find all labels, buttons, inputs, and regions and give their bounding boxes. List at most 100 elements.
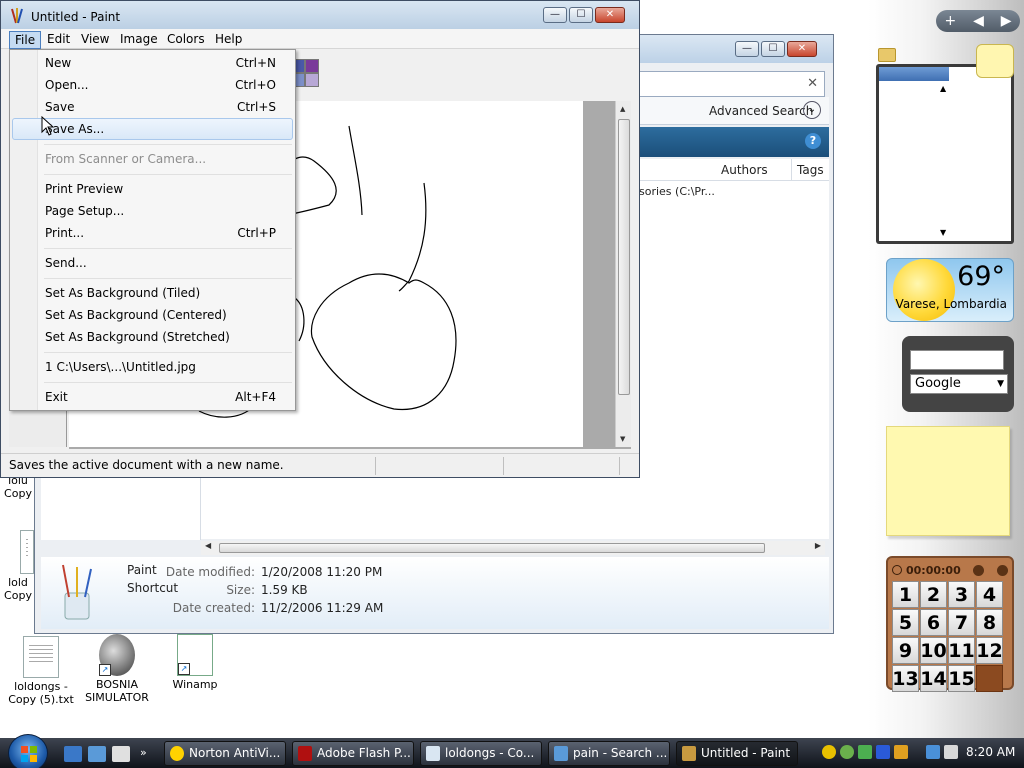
scroll-left-icon[interactable]: ◀ <box>205 541 211 550</box>
menu-image[interactable]: Image <box>115 31 163 47</box>
close-button[interactable]: ✕ <box>595 7 625 23</box>
scroll-down-icon[interactable]: ▼ <box>940 228 946 237</box>
menu-item-background-stretched[interactable]: Set As Background (Stretched) <box>12 326 293 348</box>
menu-item-open[interactable]: Open... Ctrl+O <box>12 74 293 96</box>
notes-icon[interactable] <box>976 44 1014 78</box>
puzzle-tile[interactable]: 11 <box>948 637 975 664</box>
slideshow-toolbar[interactable] <box>879 67 949 81</box>
taskbar-button-search[interactable]: pain - Search ... <box>548 741 670 766</box>
puzzle-tile[interactable]: 10 <box>920 637 947 664</box>
search-input[interactable] <box>910 350 1004 370</box>
menu-item-page-setup[interactable]: Page Setup... <box>12 200 293 222</box>
color-swatch[interactable] <box>305 73 319 87</box>
paint-titlebar[interactable]: Untitled - Paint — ☐ ✕ <box>1 1 639 31</box>
column-header-authors[interactable]: Authors <box>721 163 768 177</box>
volume-icon[interactable] <box>944 745 958 759</box>
menu-item-background-tiled[interactable]: Set As Background (Tiled) <box>12 282 293 304</box>
puzzle-tile[interactable]: 14 <box>920 665 947 692</box>
paint-app-icon[interactable] <box>9 7 25 25</box>
menu-help[interactable]: Help <box>210 31 247 47</box>
quick-launch-overflow-icon[interactable]: » <box>140 746 150 762</box>
puzzle-tile[interactable]: 2 <box>920 581 947 608</box>
menu-item-background-centered[interactable]: Set As Background (Centered) <box>12 304 293 326</box>
update-icon[interactable] <box>876 745 890 759</box>
search-engine-select[interactable]: Google ▼ <box>910 374 1008 394</box>
taskbar-button-notepad[interactable]: loldongs - Co... <box>420 741 542 766</box>
maximize-button[interactable]: ☐ <box>761 41 785 57</box>
next-icon[interactable]: ▶ <box>1001 10 1012 32</box>
scroll-up-icon[interactable]: ▲ <box>620 105 625 113</box>
color-swatch[interactable] <box>305 59 319 73</box>
menu-item-print-preview[interactable]: Print Preview <box>12 178 293 200</box>
menu-item-new[interactable]: New Ctrl+N <box>12 52 293 74</box>
desktop-icon-winamp[interactable]: ↗ Winamp <box>154 634 236 691</box>
calculator-icon[interactable] <box>112 746 130 762</box>
puzzle-tile[interactable]: 12 <box>976 637 1003 664</box>
column-header-tags[interactable]: Tags <box>797 163 824 177</box>
menu-item-label: Send... <box>45 256 87 270</box>
puzzle-help-button[interactable] <box>973 564 985 576</box>
menu-view[interactable]: View <box>76 31 114 47</box>
scrollbar-thumb[interactable] <box>219 543 765 553</box>
menu-item-print[interactable]: Print... Ctrl+P <box>12 222 293 244</box>
notes-gadget[interactable] <box>886 426 1010 536</box>
horizontal-scrollbar[interactable]: ◀ ▶ <box>201 541 825 555</box>
messenger-icon[interactable] <box>840 745 854 759</box>
puzzle-tile[interactable]: 13 <box>892 665 919 692</box>
puzzle-tile[interactable]: 5 <box>892 609 919 636</box>
advanced-search-bar[interactable]: Advanced Search ⌄ <box>635 97 829 125</box>
list-item[interactable]: sories (C:\Pr... <box>639 185 715 198</box>
scroll-right-icon[interactable]: ▶ <box>815 541 821 550</box>
puzzle-tile[interactable] <box>976 665 1003 692</box>
search-box[interactable]: ✕ <box>635 71 825 97</box>
clock[interactable]: 8:20 AM <box>966 745 1015 759</box>
puzzle-tile[interactable]: 4 <box>976 581 1003 608</box>
safely-remove-icon[interactable] <box>858 745 872 759</box>
puzzle-tile[interactable]: 9 <box>892 637 919 664</box>
previous-icon[interactable]: ◀ <box>973 10 984 32</box>
puzzle-tile[interactable]: 15 <box>948 665 975 692</box>
menu-item-save[interactable]: Save Ctrl+S <box>12 96 293 118</box>
desktop-icon-bosnia-simulator[interactable]: ↗ BOSNIA SIMULATOR <box>76 634 158 704</box>
puzzle-solve-button[interactable] <box>996 564 1008 576</box>
taskbar-button-paint[interactable]: Untitled - Paint <box>676 741 798 766</box>
minimize-button[interactable]: — <box>543 7 567 23</box>
maximize-button[interactable]: ☐ <box>569 7 593 23</box>
menu-item-send[interactable]: Send... <box>12 252 293 274</box>
desktop-icon-loldongs[interactable]: loldongs - Copy (5).txt <box>0 636 82 706</box>
puzzle-tile[interactable]: 1 <box>892 581 919 608</box>
scroll-up-icon[interactable]: ▲ <box>940 84 946 93</box>
power-icon[interactable] <box>894 745 908 759</box>
puzzle-tile[interactable]: 7 <box>948 609 975 636</box>
taskbar-button-norton[interactable]: Norton AntiVi... <box>164 741 286 766</box>
puzzle-tile[interactable]: 8 <box>976 609 1003 636</box>
menu-edit[interactable]: Edit <box>42 31 75 47</box>
help-icon[interactable]: ? <box>805 133 821 149</box>
vertical-scrollbar[interactable]: ▲ ▼ <box>615 101 631 447</box>
add-gadget-icon[interactable]: + <box>944 10 956 32</box>
taskbar-button-flash[interactable]: Adobe Flash P... <box>292 741 414 766</box>
network-icon[interactable] <box>926 745 940 759</box>
slideshow-gadget[interactable]: ▲ ▼ <box>876 64 1014 244</box>
puzzle-tile[interactable]: 6 <box>920 609 947 636</box>
chevron-down-icon[interactable]: ⌄ <box>803 101 821 119</box>
clear-icon[interactable]: ✕ <box>807 76 818 91</box>
sidebar-controls[interactable]: + ◀ ▶ <box>936 10 1020 32</box>
start-button[interactable] <box>8 734 48 768</box>
minimize-button[interactable]: — <box>735 41 759 57</box>
navigation-pane[interactable] <box>41 475 201 540</box>
weather-gadget[interactable]: 69° Varese, Lombardia <box>886 258 1014 322</box>
show-desktop-icon[interactable] <box>64 746 82 762</box>
scrollbar-thumb[interactable] <box>618 119 630 395</box>
puzzle-tile[interactable]: 3 <box>948 581 975 608</box>
desktop-icon-partial[interactable]: lold Copy <box>0 530 36 602</box>
folder-icon[interactable] <box>878 48 896 62</box>
close-button[interactable]: ✕ <box>787 41 817 57</box>
norton-tray-icon[interactable] <box>822 745 836 759</box>
switch-windows-icon[interactable] <box>88 746 106 762</box>
menu-item-exit[interactable]: Exit Alt+F4 <box>12 386 293 408</box>
menu-file[interactable]: File <box>9 31 42 49</box>
menu-item-recent-file[interactable]: 1 C:\Users\...\Untitled.jpg <box>12 356 293 378</box>
scroll-down-icon[interactable]: ▼ <box>620 435 625 443</box>
menu-colors[interactable]: Colors <box>162 31 210 47</box>
